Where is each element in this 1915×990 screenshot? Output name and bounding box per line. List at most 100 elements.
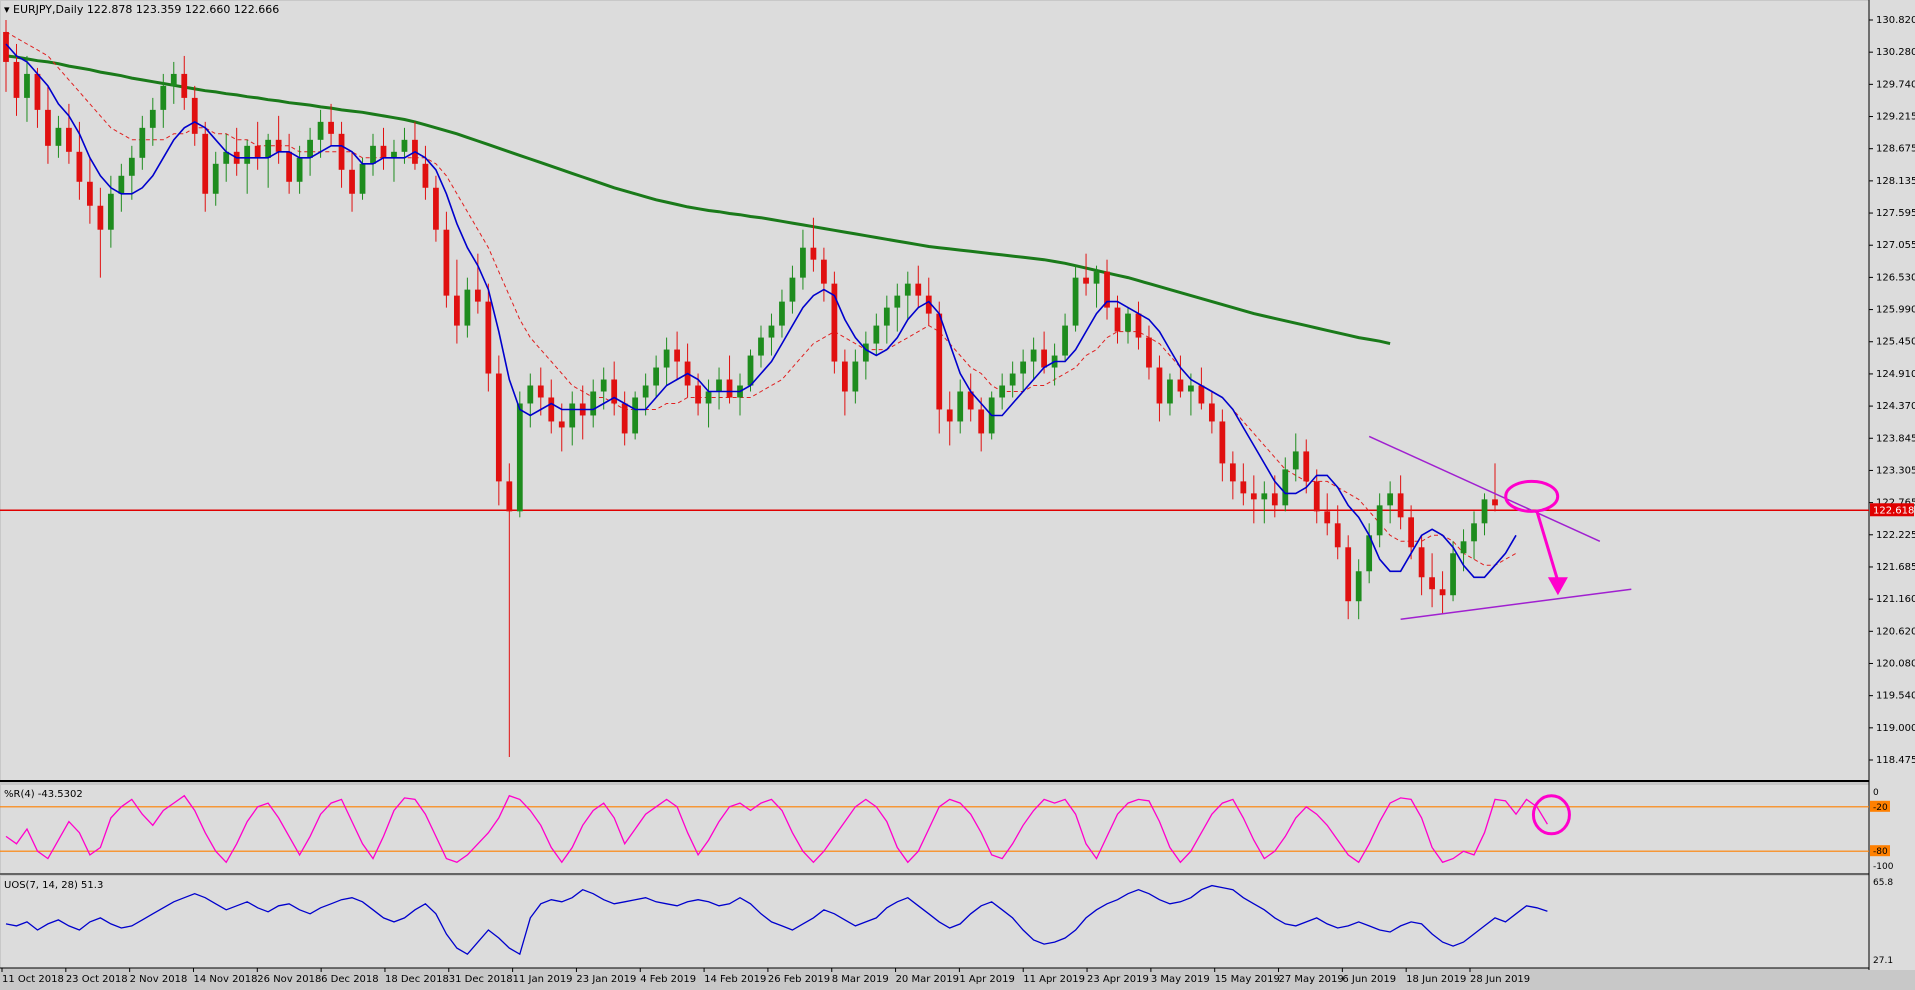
candle-body — [758, 337, 764, 356]
x-tick-label: 23 Jan 2019 — [576, 974, 636, 985]
candle-body — [1376, 505, 1383, 536]
x-tick-label: 11 Jan 2019 — [513, 974, 573, 985]
candle-body — [674, 349, 680, 362]
x-tick-label: 15 May 2019 — [1215, 974, 1280, 985]
candle-body — [957, 391, 964, 422]
uos-tick-label: 27.1 — [1873, 956, 1893, 966]
candle-body — [1418, 547, 1425, 578]
wpr-panel — [1, 785, 1869, 873]
x-tick-label: 18 Dec 2018 — [385, 974, 449, 985]
candle-body — [24, 73, 30, 98]
candle-body — [527, 385, 534, 404]
chart-title: ▾ EURJPY,Daily 122.878 123.359 122.660 1… — [4, 3, 279, 16]
candle-body — [904, 283, 911, 296]
candle-body — [1167, 379, 1173, 404]
price-tick-label: 123.305 — [1876, 465, 1915, 476]
candle-body — [1146, 337, 1152, 368]
candle-body — [978, 409, 985, 434]
candle-body — [1303, 451, 1310, 482]
candle-body — [391, 151, 397, 158]
candle-body — [1114, 307, 1121, 332]
candle-body — [1135, 313, 1142, 338]
candle-body — [1460, 541, 1467, 554]
x-tick-label: 31 Dec 2018 — [449, 974, 513, 985]
candle-body — [894, 295, 901, 308]
candle-body — [1208, 403, 1215, 422]
candle-body — [1177, 379, 1184, 392]
candle-body — [307, 139, 313, 158]
price-tick-label: 126.530 — [1876, 272, 1915, 283]
candle-body — [789, 277, 796, 302]
x-tick-label: 27 May 2019 — [1279, 974, 1344, 985]
candle-body — [349, 169, 355, 194]
candle-body — [852, 361, 859, 392]
candle-body — [1271, 493, 1278, 506]
price-tick-label: 127.595 — [1876, 208, 1915, 219]
candle-body — [1009, 373, 1016, 386]
candle-body — [936, 313, 943, 410]
candle-body — [181, 73, 188, 98]
candle-body — [1292, 451, 1299, 470]
candle-body — [695, 385, 701, 404]
chart-root: 130.820 130.280 129.740 129.215 128.675 128.1… — [0, 0, 1915, 990]
price-tick-label: 121.685 — [1876, 562, 1915, 573]
candle-body — [265, 139, 272, 158]
candle-body — [66, 127, 72, 152]
candle-body — [642, 385, 649, 398]
price-tick-label: 121.160 — [1876, 594, 1915, 605]
candle-body — [296, 157, 303, 182]
candle-body — [1240, 481, 1247, 494]
candle-body — [1450, 553, 1456, 596]
x-tick-label: 14 Feb 2019 — [704, 974, 766, 985]
candle-body — [779, 301, 785, 326]
candle-body — [663, 349, 670, 368]
candle-body — [118, 175, 125, 194]
x-tick-label: 4 Feb 2019 — [640, 974, 696, 985]
candle-body — [76, 151, 83, 182]
x-tick-label: 3 May 2019 — [1151, 974, 1210, 985]
candle-body — [170, 73, 177, 86]
candle-body — [97, 205, 104, 230]
candle-body — [160, 85, 167, 110]
candle-body — [370, 145, 376, 164]
candle-body — [1020, 361, 1027, 374]
x-tick-label: 2 Nov 2018 — [130, 974, 188, 985]
candle-body — [1481, 499, 1488, 524]
price-tick-label: 125.990 — [1876, 305, 1915, 316]
candle-body — [338, 133, 345, 170]
x-tick-label: 26 Feb 2019 — [768, 974, 830, 985]
candle-body — [548, 397, 555, 422]
x-tick-label: 11 Oct 2018 — [2, 974, 64, 985]
price-tick-label: 119.000 — [1876, 723, 1915, 734]
price-panel — [1, 1, 1869, 781]
x-tick-label: 20 Mar 2019 — [896, 974, 959, 985]
candle-body — [317, 121, 324, 140]
candle-body — [34, 73, 41, 110]
candle-body — [726, 379, 733, 398]
candle-body — [1030, 349, 1037, 362]
x-tick-label: 6 Jun 2019 — [1342, 974, 1396, 985]
candle-body — [558, 421, 565, 428]
candle-body — [474, 289, 481, 302]
candle-body — [1313, 481, 1320, 512]
wpr-tick-label: -80 — [1873, 847, 1888, 857]
candle-body — [1188, 385, 1194, 392]
candle-body — [1355, 571, 1362, 602]
price-tick-label: 128.675 — [1876, 144, 1915, 155]
x-tick-label: 1 Apr 2019 — [959, 974, 1014, 985]
x-tick-label: 8 Mar 2019 — [832, 974, 889, 985]
price-tick-label: 130.820 — [1876, 15, 1915, 26]
price-tick-label: 129.215 — [1876, 112, 1915, 123]
candle-body — [621, 403, 628, 434]
price-tick-label: 124.910 — [1876, 369, 1915, 380]
candle-body — [569, 403, 576, 428]
candle-body — [1439, 589, 1446, 596]
wpr-tick-label: 0 — [1873, 788, 1879, 798]
candle-body — [433, 187, 439, 230]
candle-body — [359, 163, 366, 194]
candle-body — [128, 157, 135, 176]
x-tick-label: 6 Dec 2018 — [321, 974, 379, 985]
candle-body — [883, 307, 890, 326]
candle-body — [1282, 469, 1289, 506]
candle-body — [590, 391, 597, 416]
